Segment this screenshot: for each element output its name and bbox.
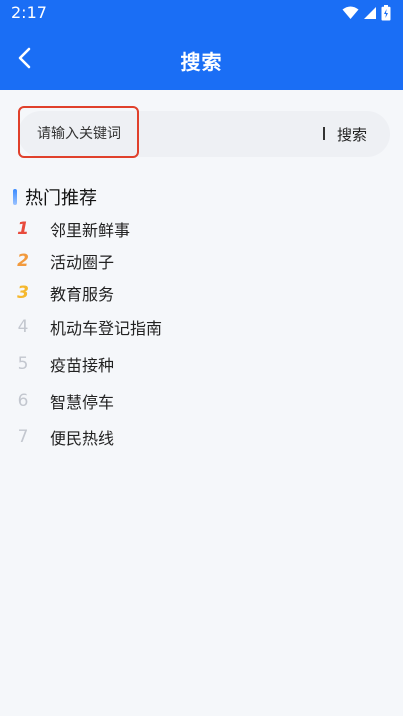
hot-item-6[interactable]: 6 智慧停车 <box>0 386 403 416</box>
section-header: 热门推荐 <box>13 186 97 209</box>
rank-number: 2 <box>17 251 29 271</box>
signal-icon <box>364 7 376 19</box>
header: 2:17 搜索 <box>0 0 403 90</box>
status-icons <box>342 4 391 22</box>
hot-item-label: 教育服务 <box>50 285 115 304</box>
status-time: 2:17 <box>11 3 47 22</box>
hot-item-4[interactable]: 4 机动车登记指南 <box>0 312 403 342</box>
rank-number: 7 <box>17 427 29 447</box>
hot-item-label: 机动车登记指南 <box>50 319 163 338</box>
wifi-icon <box>342 6 359 19</box>
hot-item-label: 疫苗接种 <box>50 356 115 375</box>
section-title: 热门推荐 <box>25 188 97 209</box>
hot-item-2[interactable]: 2 活动圈子 <box>0 246 403 276</box>
search-divider <box>323 127 325 140</box>
rank-number: 1 <box>17 219 29 239</box>
rank-number: 5 <box>17 354 29 374</box>
hot-item-7[interactable]: 7 便民热线 <box>0 422 403 452</box>
hot-item-label: 活动圈子 <box>50 253 115 272</box>
hot-item-3[interactable]: 3 教育服务 <box>0 278 403 308</box>
hot-item-label: 便民热线 <box>50 429 115 448</box>
search-input[interactable] <box>18 111 318 157</box>
section-accent-bar <box>13 189 17 205</box>
page-title: 搜索 <box>180 50 223 74</box>
hot-item-label: 邻里新鲜事 <box>50 221 131 240</box>
rank-number: 3 <box>17 283 29 303</box>
title-bar: 搜索 <box>0 28 403 90</box>
search-button[interactable]: 搜索 <box>330 123 374 145</box>
hot-item-5[interactable]: 5 疫苗接种 <box>0 349 403 379</box>
hot-item-1[interactable]: 1 邻里新鲜事 <box>0 214 403 244</box>
battery-icon <box>381 5 391 21</box>
rank-number: 6 <box>17 391 29 411</box>
status-bar: 2:17 <box>0 0 403 28</box>
hot-item-label: 智慧停车 <box>50 393 115 412</box>
rank-number: 4 <box>17 317 29 337</box>
